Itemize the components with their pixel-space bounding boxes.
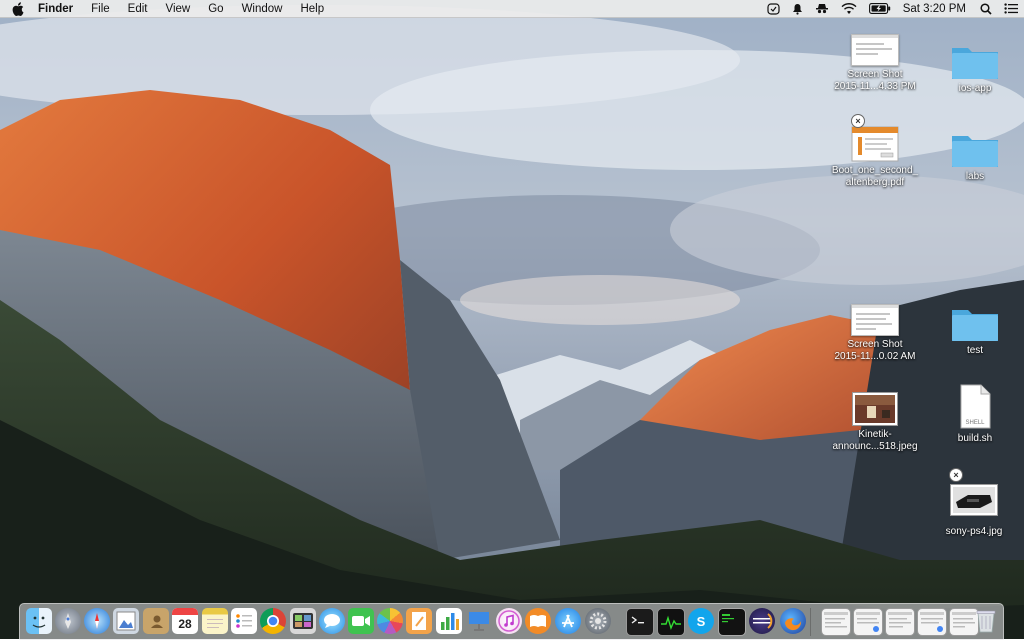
dock-minimized-window-3[interactable] xyxy=(885,608,915,636)
dock-ibooks-icon[interactable] xyxy=(525,608,551,634)
close-badge-icon[interactable]: × xyxy=(851,114,865,128)
desktop-item-label: Screen Shot xyxy=(847,339,903,350)
folder-icon xyxy=(951,132,999,168)
menu-edit[interactable]: Edit xyxy=(128,3,148,15)
dock-itunes-icon[interactable] xyxy=(496,608,522,634)
desktop-item-screenshot-2[interactable]: Screen Shot 2015-11...0.02 AM xyxy=(827,304,923,363)
dock-notes-icon[interactable] xyxy=(202,608,228,634)
desktop-item-label: Screen Shot xyxy=(847,69,903,80)
desktop-item-kinetik-jpeg[interactable]: Kinetik- announc...518.jpeg xyxy=(827,392,923,453)
dock-reminders-icon[interactable] xyxy=(231,608,257,634)
folder-icon xyxy=(951,44,999,80)
desktop-item-label: 2015-11...0.02 AM xyxy=(834,351,916,362)
desktop-item-test[interactable]: test xyxy=(927,306,1023,357)
menu-file[interactable]: File xyxy=(91,3,110,15)
desktop-item-pdf[interactable]: Boot_one_second_ altenberg.pdf xyxy=(827,126,923,189)
dock-photos-icon[interactable] xyxy=(377,608,403,634)
dock-app-store-icon[interactable] xyxy=(555,608,581,634)
dock-keynote-icon[interactable] xyxy=(466,608,492,634)
dock-photo-booth-icon[interactable] xyxy=(290,608,316,634)
calendar-day: 28 xyxy=(178,617,192,631)
desktop-item-label: labs xyxy=(965,171,985,182)
dock-messages-icon[interactable] xyxy=(319,608,345,634)
dock-terminal-icon[interactable] xyxy=(626,608,654,636)
spotlight-icon[interactable] xyxy=(980,2,992,15)
desktop-item-label: Kinetik- xyxy=(858,429,892,440)
image-thumbnail-icon xyxy=(950,484,998,516)
desktop-item-screenshot-1[interactable]: Screen Shot 2015-11...4.33 PM xyxy=(827,34,923,93)
spy-icon[interactable] xyxy=(815,3,829,14)
dock-launchpad-icon[interactable] xyxy=(55,608,81,634)
desktop-item-build-sh[interactable]: SHELL build.sh xyxy=(927,384,1023,445)
desktop-item-label: announc...518.jpeg xyxy=(832,441,918,452)
menu-view[interactable]: View xyxy=(166,3,191,15)
menu-help[interactable]: Help xyxy=(300,3,324,15)
dock-preview-icon[interactable] xyxy=(113,608,139,634)
desktop-item-label: test xyxy=(966,345,984,356)
desktop-item-label: altenberg.pdf xyxy=(845,177,905,188)
dock-minimized-window-1[interactable] xyxy=(821,608,851,636)
menu-bar: Finder File Edit View Go Window Help Sat… xyxy=(0,0,1024,18)
desktop-item-label: sony-ps4.jpg xyxy=(945,526,1003,537)
dock-firefox-icon[interactable] xyxy=(780,608,806,634)
dock-minimized-window-4[interactable] xyxy=(917,608,947,636)
menu-app-name[interactable]: Finder xyxy=(38,3,73,15)
dock-terminal-2-icon[interactable] xyxy=(718,608,746,636)
dock-trash-icon[interactable] xyxy=(975,608,997,634)
dock-safari-icon[interactable] xyxy=(84,608,110,634)
dock-skype-icon[interactable]: S xyxy=(688,608,714,634)
desktop-item-label: ios-app xyxy=(958,83,992,94)
desktop-item-label: build.sh xyxy=(957,433,993,444)
wifi-icon[interactable] xyxy=(841,2,857,15)
screenshot-thumbnail-icon xyxy=(851,34,899,66)
pdf-thumbnail-icon xyxy=(851,126,899,162)
screenshot-thumbnail-icon xyxy=(851,304,899,336)
status-area: Sat 3:20 PM xyxy=(761,0,1024,17)
dock-numbers-icon[interactable] xyxy=(436,608,462,634)
dock-system-preferences-icon[interactable] xyxy=(585,608,611,634)
apple-logo-icon[interactable] xyxy=(12,1,26,16)
battery-icon[interactable] xyxy=(868,3,891,14)
skype-glyph-icon: S xyxy=(696,613,706,629)
dock-chrome-icon[interactable] xyxy=(260,608,286,634)
desktop-item-label: Boot_one_second_ xyxy=(831,165,919,176)
bell-icon[interactable] xyxy=(792,3,803,15)
close-badge-icon[interactable]: × xyxy=(949,468,963,482)
dock-facetime-icon[interactable] xyxy=(348,608,374,634)
menu-window[interactable]: Window xyxy=(242,3,283,15)
notification-center-icon[interactable] xyxy=(1004,3,1018,14)
folder-icon xyxy=(951,306,999,342)
desktop-item-label: 2015-11...4.33 PM xyxy=(834,81,916,92)
dock-eclipse-icon[interactable] xyxy=(749,608,775,634)
notification-icon[interactable] xyxy=(767,2,780,15)
shell-badge: SHELL xyxy=(965,420,985,426)
desktop-item-labs[interactable]: labs xyxy=(927,132,1023,183)
dock: 28 S xyxy=(19,603,1004,640)
dock-contacts-icon[interactable] xyxy=(143,608,169,634)
dock-activity-monitor-icon[interactable] xyxy=(657,608,685,636)
image-thumbnail-icon xyxy=(852,392,898,426)
dock-minimized-window-2[interactable] xyxy=(853,608,883,636)
menu-go[interactable]: Go xyxy=(208,3,223,15)
dock-pages-icon[interactable] xyxy=(406,608,432,634)
shell-script-icon: SHELL xyxy=(958,384,992,430)
desktop-item-sony-ps4[interactable]: sony-ps4.jpg xyxy=(926,484,1022,538)
desktop-item-ios-app[interactable]: ios-app xyxy=(927,44,1023,95)
dock-calendar-icon[interactable]: 28 xyxy=(172,608,198,634)
dock-separator xyxy=(810,608,811,636)
menubar-clock[interactable]: Sat 3:20 PM xyxy=(903,3,966,15)
dock-finder-icon[interactable] xyxy=(26,608,52,634)
